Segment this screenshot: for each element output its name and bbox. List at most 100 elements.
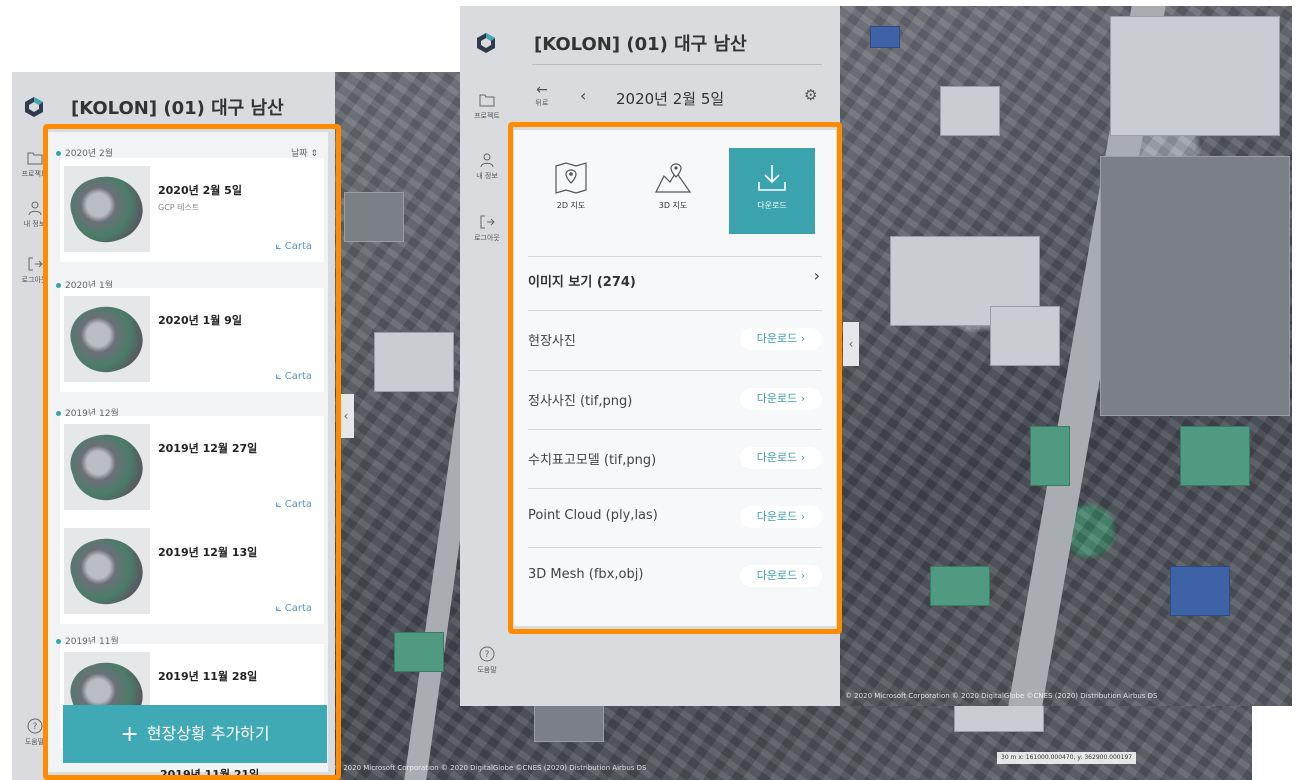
timeline-card[interactable]: 2020년 2월 5일 GCP 테스트 ⟀ Carta bbox=[60, 158, 324, 262]
download-button-label: 다운로드 bbox=[756, 569, 798, 582]
timeline-card[interactable]: 2019년 12월 13일 ⟀ Carta bbox=[60, 520, 324, 624]
tile-2d-label: 2D 지도 bbox=[556, 201, 586, 210]
chevron-right-icon: › bbox=[800, 451, 806, 464]
title-divider bbox=[532, 64, 822, 65]
chart-icon: ⟀ bbox=[275, 371, 282, 382]
download-button-label: 다운로드 bbox=[756, 392, 798, 405]
screenshot-stage: © 2020 Microsoft Corporation © 2020 Digi… bbox=[0, 0, 1297, 780]
rail-help-label: 도움말 bbox=[477, 666, 497, 674]
chevron-left-icon: ‹ bbox=[848, 337, 854, 351]
app-logo-icon[interactable] bbox=[476, 32, 496, 54]
satellite-map[interactable] bbox=[840, 6, 1292, 706]
user-icon bbox=[480, 153, 494, 168]
help-icon: ? bbox=[27, 718, 42, 734]
download-dem-button[interactable]: 다운로드 › bbox=[740, 447, 822, 469]
card-subtitle: GCP 테스트 bbox=[158, 203, 200, 212]
tile-3d-map[interactable]: 3D 지도 bbox=[630, 148, 716, 234]
carta-link[interactable]: ⟀ Carta bbox=[276, 241, 312, 252]
carta-label: Carta bbox=[284, 603, 312, 614]
rail-my-info-label: 내 정보 bbox=[23, 220, 46, 228]
divider bbox=[528, 488, 822, 489]
rail-my-info-label: 내 정보 bbox=[476, 172, 498, 180]
svg-text:?: ? bbox=[485, 650, 490, 660]
rail-help[interactable]: ? 도움말 bbox=[460, 646, 514, 675]
chevron-right-icon: › bbox=[800, 569, 806, 582]
carta-link[interactable]: ⟀ Carta bbox=[276, 371, 312, 382]
help-icon: ? bbox=[479, 646, 495, 662]
carta-label: Carta bbox=[284, 371, 312, 382]
arrow-left-icon: ← bbox=[536, 82, 548, 98]
site-thumbnail bbox=[64, 528, 150, 614]
add-site-status-button[interactable]: + 현장상황 추가하기 bbox=[63, 705, 327, 763]
tile-download-label: 다운로드 bbox=[757, 201, 787, 210]
download-3d-mesh-button[interactable]: 다운로드 › bbox=[740, 565, 822, 587]
map-scale: 30 m bbox=[1001, 754, 1017, 761]
download-button-label: 다운로드 bbox=[756, 510, 798, 523]
divider bbox=[528, 547, 822, 548]
rail-logout[interactable]: 로그아웃 bbox=[460, 214, 514, 243]
settings-button[interactable]: ⚙ bbox=[804, 86, 817, 104]
svg-text:?: ? bbox=[32, 722, 37, 732]
map-2d-icon bbox=[555, 162, 587, 194]
project-title: [KOLON] (01) 대구 남산 bbox=[71, 98, 284, 119]
divider bbox=[528, 310, 822, 311]
folder-icon bbox=[479, 94, 495, 107]
logout-icon bbox=[480, 215, 495, 229]
back-button[interactable]: ← 뒤로 bbox=[532, 82, 552, 108]
collapse-panel-button[interactable]: ‹ bbox=[843, 322, 859, 366]
site-thumbnail bbox=[64, 424, 150, 510]
card-date: 2020년 1월 9일 bbox=[158, 314, 242, 327]
card-date-partial: 2019년 11월 21일 bbox=[160, 768, 260, 780]
card-date: 2019년 12월 13일 bbox=[158, 546, 258, 559]
image-view-row[interactable]: 이미지 보기 (274) bbox=[528, 271, 636, 290]
tile-3d-label: 3D 지도 bbox=[658, 201, 688, 210]
tile-2d-map[interactable]: 2D 지도 bbox=[528, 148, 614, 234]
rail-projects-label: 프로젝트 bbox=[474, 112, 500, 120]
carta-link[interactable]: ⟀ Carta bbox=[276, 603, 312, 614]
plus-icon: + bbox=[120, 722, 139, 747]
bullet-dot-icon bbox=[56, 151, 61, 156]
logout-icon bbox=[28, 257, 43, 271]
download-row-label: 정사사진 (tif,png) bbox=[528, 394, 633, 409]
collapse-panel-button[interactable]: ‹ bbox=[338, 394, 354, 438]
divider bbox=[528, 256, 822, 257]
download-button-label: 다운로드 bbox=[756, 332, 798, 345]
card-date: 2019년 11월 28일 bbox=[158, 670, 258, 683]
download-site-photos-button[interactable]: 다운로드 › bbox=[740, 328, 822, 350]
rail-my-info[interactable]: 내 정보 bbox=[460, 152, 514, 181]
chevron-left-icon: ‹ bbox=[580, 86, 587, 105]
card-date: 2019년 12월 27일 bbox=[158, 442, 258, 455]
current-date: 2020년 2월 5일 bbox=[616, 90, 725, 108]
tile-download[interactable]: 다운로드 bbox=[729, 148, 815, 234]
map-3d-icon bbox=[655, 163, 692, 193]
download-point-cloud-button[interactable]: 다운로드 › bbox=[740, 506, 822, 528]
site-thumbnail bbox=[64, 166, 150, 252]
timeline-list[interactable]: 2020년 2월 날짜 ⇕ 2020년 2월 5일 GCP 테스트 ⟀ Cart… bbox=[48, 132, 328, 772]
download-button-label: 다운로드 bbox=[756, 451, 798, 464]
rail-projects[interactable]: 프로젝트 bbox=[460, 92, 514, 121]
carta-label: Carta bbox=[284, 241, 312, 252]
divider bbox=[528, 370, 822, 371]
carta-link[interactable]: ⟀ Carta bbox=[276, 499, 312, 510]
back-label: 뒤로 bbox=[535, 99, 549, 107]
download-row-label: 3D Mesh (fbx,obj) bbox=[528, 567, 644, 582]
chart-icon: ⟀ bbox=[275, 603, 282, 614]
rail-logout-label: 로그아웃 bbox=[474, 234, 500, 242]
divider bbox=[528, 429, 822, 430]
timeline-card[interactable]: 2019년 12월 27일 ⟀ Carta bbox=[60, 416, 324, 520]
rail-logout-label: 로그아웃 bbox=[21, 276, 48, 284]
download-row-label: 현장사진 bbox=[528, 334, 576, 349]
carta-label: Carta bbox=[284, 499, 312, 510]
timeline-card[interactable]: 2020년 1월 9일 ⟀ Carta bbox=[60, 288, 324, 392]
download-orthophoto-button[interactable]: 다운로드 › bbox=[740, 388, 822, 410]
chevron-left-icon: ‹ bbox=[343, 409, 349, 423]
app-logo-icon[interactable] bbox=[24, 96, 44, 118]
chevron-right-icon: › bbox=[800, 332, 806, 345]
chevron-right-icon[interactable]: › bbox=[814, 266, 820, 285]
prev-date-button[interactable]: ‹ bbox=[580, 86, 586, 105]
map-scale-bar: 30 m x: 161000.000470, y: 362900.000197 bbox=[997, 752, 1137, 764]
chart-icon: ⟀ bbox=[275, 499, 282, 510]
gear-icon: ⚙ bbox=[804, 86, 818, 104]
download-row-label: Point Cloud (ply,las) bbox=[528, 508, 658, 523]
map-coordinates: x: 161000.000470, y: 362900.000197 bbox=[1018, 754, 1133, 761]
